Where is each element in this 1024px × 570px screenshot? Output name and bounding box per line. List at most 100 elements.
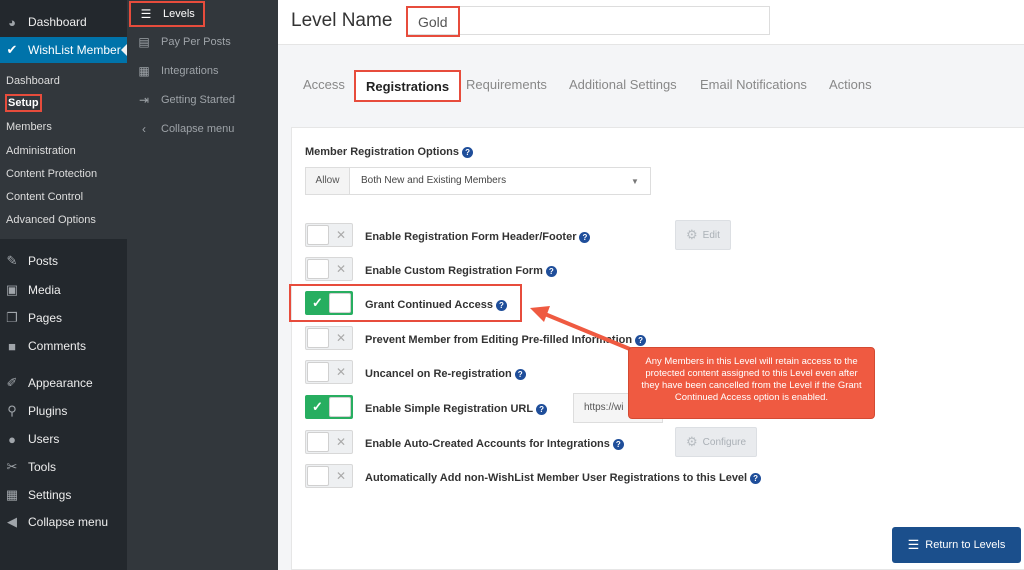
- toggle-knob: [307, 259, 329, 279]
- help-icon[interactable]: ?: [536, 403, 548, 415]
- configure-button-label: Configure: [702, 436, 747, 448]
- wlm-nav-integrations[interactable]: ▦ Integrations: [135, 60, 218, 82]
- help-icon[interactable]: ?: [579, 231, 591, 243]
- x-icon: ✕: [335, 435, 346, 449]
- edit-button-label: Edit: [702, 229, 720, 241]
- dashboard-icon: ◕: [8, 14, 16, 30]
- allow-select[interactable]: Allow Both New and Existing Members ▼: [305, 167, 651, 195]
- tab-actions[interactable]: Actions: [829, 77, 872, 92]
- registration-options-text: Member Registration Options: [305, 146, 460, 158]
- allow-selected-value: Both New and Existing Members: [361, 175, 507, 186]
- wp-menu-wishlist-member[interactable]: ✔ WishList Member: [0, 37, 127, 63]
- list-icon: ☰: [140, 7, 152, 21]
- wp-menu-pages[interactable]: ❐ Pages: [0, 305, 127, 331]
- tab-registrations[interactable]: Registrations: [354, 70, 462, 102]
- submenu-advanced-options[interactable]: Advanced Options: [5, 211, 97, 229]
- wlm-nav-collapse-label: Collapse menu: [161, 123, 235, 135]
- option-simple-registration-url: Enable Simple Registration URL?: [365, 403, 548, 415]
- wp-menu-tools-label: Tools: [28, 460, 57, 474]
- wlm-nav-getting-started-label: Getting Started: [161, 94, 235, 106]
- wp-menu-comments[interactable]: ■ Comments: [0, 333, 127, 359]
- toggle-registration-header-footer[interactable]: ✕: [305, 223, 353, 247]
- toggle-uncancel[interactable]: ✕: [305, 360, 353, 384]
- tab-access[interactable]: Access: [303, 77, 345, 92]
- wp-menu-tools[interactable]: ✂ Tools: [0, 454, 127, 480]
- toggle-auto-created-accounts[interactable]: ✕: [305, 430, 353, 454]
- wp-menu-dashboard[interactable]: ◕ Dashboard: [0, 9, 127, 35]
- toggle-knob: [329, 397, 351, 417]
- wlm-nav-integrations-label: Integrations: [161, 65, 219, 77]
- wlm-nav-getting-started[interactable]: ⇥ Getting Started: [135, 89, 235, 111]
- level-name-input[interactable]: [406, 6, 770, 35]
- wlm-nav-collapse[interactable]: ‹ Collapse menu: [135, 118, 234, 140]
- comment-icon: ■: [8, 338, 16, 354]
- submenu-content-control[interactable]: Content Control: [5, 188, 84, 206]
- gear-icon: ⚙: [686, 227, 698, 242]
- enter-icon: ⇥: [138, 93, 150, 107]
- wp-menu-comments-label: Comments: [28, 339, 87, 353]
- wp-menu-users[interactable]: ● Users: [0, 426, 127, 452]
- wp-menu-plugins-label: Plugins: [28, 404, 68, 418]
- toggle-custom-registration-form[interactable]: ✕: [305, 257, 353, 281]
- option-auto-created-accounts: Enable Auto-Created Accounts for Integra…: [365, 438, 624, 450]
- wp-menu-settings[interactable]: ▦ Settings: [0, 482, 127, 508]
- wp-menu-appearance-label: Appearance: [28, 376, 93, 390]
- tab-additional-settings[interactable]: Additional Settings: [569, 77, 677, 92]
- settings-icon: ▦: [5, 487, 19, 502]
- toggle-auto-add-non-wlm[interactable]: ✕: [305, 464, 353, 488]
- toggle-simple-registration-url[interactable]: ✓: [305, 395, 353, 419]
- collapse-icon: ◀: [7, 514, 17, 529]
- annotation-callout: Any Members in this Level will retain ac…: [628, 347, 875, 419]
- checkmark-icon: ✔: [6, 42, 18, 57]
- toggle-knob: [307, 362, 329, 382]
- wp-admin-sidebar: ◕ Dashboard ✔ WishList Member Dashboard …: [0, 0, 127, 570]
- toggle-prevent-editing[interactable]: ✕: [305, 326, 353, 350]
- gear-icon: ⚙: [686, 434, 698, 449]
- page-title: Level Name: [291, 10, 393, 31]
- registration-options-label: Member Registration Options?: [305, 146, 474, 158]
- option-label-text: Enable Auto-Created Accounts for Integra…: [365, 438, 610, 450]
- level-tabs: Access Registrations Requirements Additi…: [278, 70, 1024, 104]
- plugin-icon: ⚲: [7, 403, 17, 418]
- wp-menu-collapse-label: Collapse menu: [28, 515, 109, 529]
- tab-email-notifications[interactable]: Email Notifications: [700, 77, 807, 92]
- wp-menu-appearance[interactable]: ✐ Appearance: [0, 370, 127, 396]
- configure-button[interactable]: ⚙ Configure: [675, 427, 758, 457]
- submenu-members[interactable]: Members: [5, 118, 53, 136]
- edit-button[interactable]: ⚙ Edit: [675, 220, 731, 250]
- wp-menu-media-label: Media: [28, 283, 61, 297]
- wlm-nav-pay-per-posts[interactable]: ▤ Pay Per Posts: [135, 31, 231, 53]
- help-icon[interactable]: ?: [612, 438, 624, 450]
- help-icon[interactable]: ?: [514, 368, 526, 380]
- wlm-nav-ppp-label: Pay Per Posts: [161, 36, 231, 48]
- help-icon[interactable]: ?: [462, 146, 474, 158]
- level-name-value[interactable]: Gold: [406, 6, 460, 37]
- x-icon: ✕: [335, 365, 346, 379]
- toggle-knob: [307, 328, 329, 348]
- submenu-setup[interactable]: Setup: [5, 94, 42, 112]
- submenu-content-protection[interactable]: Content Protection: [5, 165, 98, 183]
- help-icon[interactable]: ?: [750, 472, 762, 484]
- brush-icon: ✐: [6, 375, 18, 390]
- submenu-dashboard[interactable]: Dashboard: [5, 72, 61, 90]
- list-icon: ☰: [907, 537, 920, 552]
- return-to-levels-button[interactable]: ☰ Return to Levels: [892, 527, 1021, 563]
- wp-menu-posts[interactable]: ✎ Posts: [0, 248, 127, 274]
- wp-menu-collapse[interactable]: ◀ Collapse menu: [0, 509, 127, 535]
- caret-down-icon: ▼: [631, 176, 639, 186]
- option-label-text: Uncancel on Re-registration: [365, 368, 512, 380]
- return-button-label: Return to Levels: [925, 539, 1006, 551]
- x-icon: ✕: [335, 469, 346, 483]
- pages-icon: ❐: [6, 310, 18, 325]
- pin-icon: ✎: [6, 253, 18, 268]
- tab-requirements[interactable]: Requirements: [466, 77, 547, 92]
- toggle-knob: [307, 466, 329, 486]
- wlm-nav-levels[interactable]: ☰ Levels: [129, 1, 205, 27]
- option-custom-registration-form: Enable Custom Registration Form?: [365, 265, 557, 277]
- wlm-secondary-sidebar: ☰ Levels ▤ Pay Per Posts ▦ Integrations …: [127, 0, 278, 570]
- option-label-text: Enable Custom Registration Form: [365, 265, 543, 277]
- wp-menu-media[interactable]: ▣ Media: [0, 277, 127, 303]
- wp-menu-plugins[interactable]: ⚲ Plugins: [0, 398, 127, 424]
- help-icon[interactable]: ?: [545, 265, 557, 277]
- submenu-administration[interactable]: Administration: [5, 142, 77, 160]
